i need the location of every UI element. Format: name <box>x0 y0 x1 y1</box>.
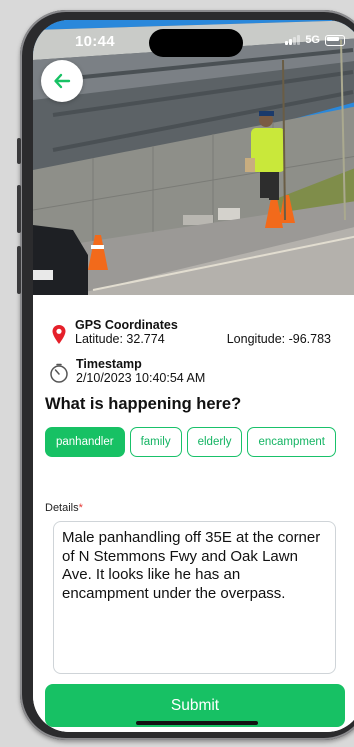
details-label-text: Details <box>45 502 79 514</box>
battery-icon <box>325 34 345 46</box>
latitude-value: Latitude: 32.774 <box>75 332 165 346</box>
required-mark: * <box>78 502 83 514</box>
status-time: 10:44 <box>75 33 115 50</box>
volume-down-button <box>17 246 21 294</box>
gps-title: GPS Coordinates <box>75 318 178 332</box>
longitude-value: Longitude: -96.783 <box>226 332 331 346</box>
report-photo: 10:44 5G <box>33 20 354 295</box>
home-indicator <box>136 721 258 725</box>
phone-frame: 10:44 5G GPS Coordinates Latitude: 32.77… <box>17 10 354 740</box>
tag-chip-encampment[interactable]: encampment <box>247 427 336 457</box>
details-textarea[interactable]: Male panhandling off 35E at the corner o… <box>53 521 336 674</box>
location-pin-icon <box>52 325 66 344</box>
screen: 10:44 5G GPS Coordinates Latitude: 32.77… <box>33 20 354 732</box>
tag-chips: panhandler family elderly encampment <box>45 427 345 464</box>
network-type: 5G <box>305 34 320 46</box>
question-heading: What is happening here? <box>45 395 242 413</box>
status-indicators: 5G <box>285 34 345 46</box>
volume-up-button <box>17 185 21 233</box>
timestamp-title: Timestamp <box>76 357 142 371</box>
overpass-scene-image <box>33 20 354 295</box>
details-label: Details* <box>45 502 83 514</box>
arrow-left-icon <box>54 73 71 89</box>
timestamp-section: Timestamp 2/10/2023 10:40:54 AM <box>49 357 205 385</box>
tag-chip-panhandler[interactable]: panhandler <box>45 427 125 457</box>
timer-icon <box>50 363 68 383</box>
gps-section: GPS Coordinates Latitude: 32.774 Longitu… <box>51 318 331 346</box>
tag-chip-elderly[interactable]: elderly <box>186 427 243 457</box>
tag-chip-family[interactable]: family <box>129 427 182 457</box>
timestamp-value: 2/10/2023 10:40:54 AM <box>76 371 206 385</box>
dynamic-island <box>149 29 243 57</box>
mute-switch <box>17 138 21 164</box>
back-button[interactable] <box>41 60 83 102</box>
report-form: GPS Coordinates Latitude: 32.774 Longitu… <box>33 295 354 732</box>
cellular-signal-icon <box>285 35 301 45</box>
